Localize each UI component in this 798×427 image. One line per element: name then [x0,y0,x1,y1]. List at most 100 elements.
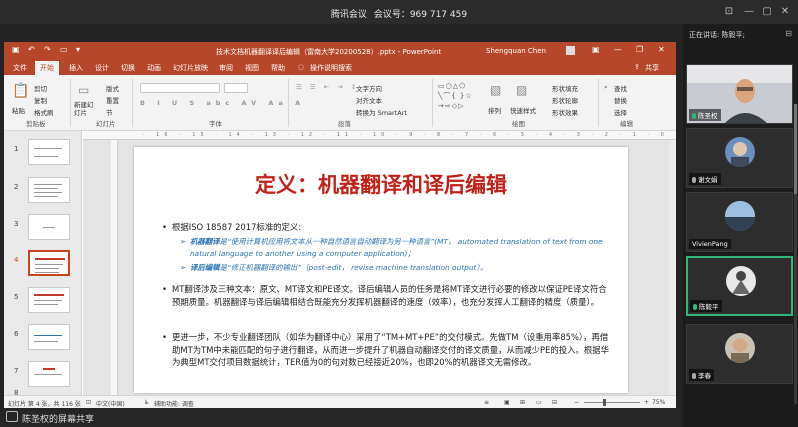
ppt-restore-icon[interactable]: ❐ [636,45,643,54]
slideshow-icon[interactable]: ⊟ [552,399,557,406]
shape-effects-button[interactable]: 形状效果 [552,107,578,117]
tab-help[interactable]: 帮助 [271,63,285,73]
arrange-button[interactable]: 排列 [488,105,501,115]
smartart-button[interactable]: 转换为 SmartArt [356,107,407,117]
shapes-gallery[interactable]: ▭○△⬠ ╲⌒{ }☆ →⇨◇▷ [438,81,478,119]
bullet-tm-mt-pe[interactable]: • 更进一步，不少专业翻译团队（如华为翻译中心）采用了“TM+MT+PE”的交付… [162,331,612,369]
undo-icon[interactable]: ↶ [28,45,35,54]
slide-thumbnail[interactable] [28,361,70,387]
ppt-close-icon[interactable]: ✕ [658,45,665,54]
language-status[interactable]: 中文(中国) [96,399,125,408]
find-icon[interactable]: ⌕ [604,83,608,92]
user-name[interactable]: Shengquan Chen [486,47,546,55]
present-icon[interactable]: ▭ [60,45,68,54]
ppt-minimize-icon[interactable]: — [614,45,622,54]
normal-view-icon[interactable]: ▣ [504,399,510,406]
minimize-icon[interactable]: — [742,5,756,19]
participant-tile[interactable]: 李春 [686,324,793,384]
screen-share-bar: 陈圣权的屏幕共享 [0,408,680,427]
new-slide-button[interactable]: 新建幻灯片 [74,101,96,117]
shape-outline-button[interactable]: 形状轮廓 [552,95,578,105]
save-icon[interactable]: ▣ [12,45,20,54]
speaking-indicator: 正在讲话: 陈毅平; [689,31,745,39]
tab-animations[interactable]: 动画 [147,63,161,73]
customize-icon[interactable]: ▾ [76,45,80,54]
tab-transitions[interactable]: 切换 [121,63,135,73]
share-button[interactable]: 共享 [645,63,659,73]
cut-button[interactable]: 剪切 [34,83,47,93]
slide-thumbnail-active[interactable] [28,250,70,276]
paste-button[interactable]: 粘贴 [12,105,25,115]
participant-tile[interactable]: 陈圣权 [686,64,793,124]
meeting-id: 会议号：969 717 459 [373,10,468,20]
layout-button[interactable]: 版式 [106,83,119,93]
spellcheck-icon[interactable]: ⊡ [86,399,91,406]
tab-slideshow[interactable]: 幻灯片放映 [173,63,208,73]
slide-sorter-icon[interactable]: ⊞ [520,399,525,406]
font-name-field[interactable] [140,83,220,93]
tab-insert[interactable]: 插入 [69,63,83,73]
zoom-level[interactable]: 75% [652,399,665,406]
quick-styles-button[interactable]: 快速样式 [510,105,536,115]
vertical-scrollbar[interactable] [669,140,676,395]
tab-review[interactable]: 审阅 [219,63,233,73]
paste-icon[interactable]: 📋 [12,83,29,99]
panel-scrollbar-thumb[interactable] [794,104,797,194]
user-avatar[interactable] [566,46,575,55]
format-painter-button[interactable]: 格式刷 [34,107,54,117]
participant-tile[interactable]: 谢文娟 [686,128,793,188]
quick-styles-icon[interactable]: ▨ [516,83,527,97]
arrange-icon[interactable]: ▧ [490,83,501,97]
select-button[interactable]: 选择 [614,107,627,117]
ribbon-options-icon[interactable]: ▣ [592,45,600,54]
tab-design[interactable]: 设计 [95,63,109,73]
text-direction-button[interactable]: 文字方向 [356,83,382,93]
slide-thumbnail[interactable] [28,177,70,203]
slide-thumbnail[interactable] [28,287,70,313]
ribbon-tabs: 文件 开始 插入 设计 切换 动画 幻灯片放映 审阅 视图 帮助 ◌ 操作说明搜… [4,60,676,75]
close-icon[interactable]: ✕ [778,5,792,19]
align-text-button[interactable]: 对齐文本 [356,95,382,105]
share-icon[interactable]: ⇪ [634,63,640,71]
maximize-icon[interactable]: ▢ [760,5,774,19]
participant-tile-speaking[interactable]: 陈毅平 [686,256,793,316]
reset-button[interactable]: 重置 [106,95,119,105]
replace-button[interactable]: 替换 [614,95,627,105]
tell-me-search[interactable]: 操作说明搜索 [310,63,352,73]
tab-view[interactable]: 视图 [245,63,259,73]
tab-home[interactable]: 开始 [35,61,59,75]
sub-bullet-pe[interactable]: ➢ 译后编辑是“修正机器翻译的输出”（post-edit， revise mac… [180,262,614,274]
list-buttons[interactable]: ☰ ☰ ⇤ ⇥ ↕ [296,83,359,91]
sub-bullet-mt[interactable]: ➢ 机器翻译是“使用计算机应用将文本从一种自然语言自动翻译为另一种语言”(MT，… [180,236,614,259]
participant-avatar [725,333,755,363]
ribbon-divider [288,79,289,127]
slide-thumbnail[interactable] [28,214,70,240]
pin-icon[interactable]: ⊡ [722,5,736,19]
zoom-slider-knob[interactable] [603,399,606,406]
slide-title[interactable]: 定义：机器翻译和译后编辑 [134,169,628,199]
collapse-panel-icon[interactable]: ⊟ [785,29,792,38]
new-slide-icon[interactable]: ▭ [78,83,89,97]
zoom-slider[interactable] [584,399,640,406]
font-size-field[interactable] [224,83,248,93]
zoom-out-icon[interactable]: − [574,399,579,406]
bullet-mt-texts[interactable]: • MT翻译涉及三种文本：原文、MT译文和PE译文。译后编辑人员的任务是将MT译… [162,283,612,308]
tab-file[interactable]: 文件 [13,63,27,73]
participant-tile[interactable]: VivienPang [686,192,793,252]
font-format-buttons[interactable]: B I U S abc AV Aa A [140,99,305,107]
bullet-iso-definition[interactable]: • 根据ISO 18587 2017标准的定义: [162,221,612,234]
accessibility-icon[interactable]: ♿ [144,399,149,406]
accessibility-status[interactable]: 辅助功能: 调查 [154,399,194,408]
section-button[interactable]: 节 [106,107,113,117]
find-button[interactable]: 查找 [614,83,627,93]
zoom-in-icon[interactable]: + [644,399,649,406]
slide-canvas[interactable]: 定义：机器翻译和译后编辑 • 根据ISO 18587 2017标准的定义: ➢ … [134,147,628,393]
copy-button[interactable]: 复制 [34,95,47,105]
reading-view-icon[interactable]: ▭ [536,399,542,406]
panel-scrollbar[interactable] [794,104,797,404]
notes-icon[interactable]: ≡ [484,399,489,406]
slide-thumbnail[interactable] [28,139,70,165]
slide-thumbnail[interactable] [28,324,70,350]
shape-fill-button[interactable]: 形状填充 [552,83,578,93]
redo-icon[interactable]: ↷ [44,45,51,54]
